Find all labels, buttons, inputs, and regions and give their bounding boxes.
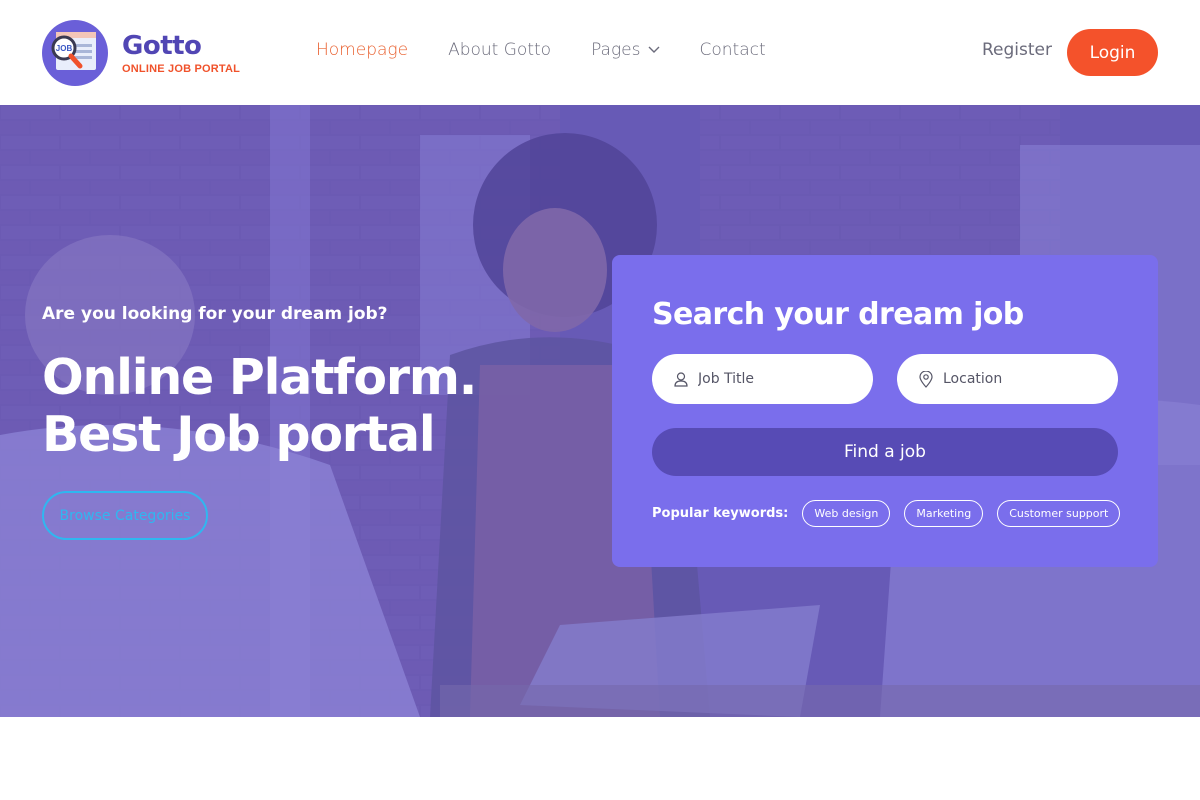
map-pin-icon (919, 370, 933, 388)
find-job-button[interactable]: Find a job (652, 428, 1118, 476)
svg-text:JOB: JOB (56, 44, 73, 53)
keyword-tag-customer-support[interactable]: Customer support (997, 500, 1121, 527)
nav-item-contact[interactable]: Contact (700, 40, 766, 60)
hero-title: Online Platform. Best Job portal (42, 349, 477, 463)
search-card-title: Search your dream job (652, 297, 1024, 332)
nav-item-about[interactable]: About Gotto (448, 40, 551, 60)
keyword-tag-marketing[interactable]: Marketing (904, 500, 984, 527)
location-field[interactable] (897, 354, 1118, 404)
hero-title-line-1: Online Platform. (42, 349, 477, 406)
browse-categories-button[interactable]: Browse Categories (42, 491, 208, 540)
brand-logo[interactable]: JOB Gotto ONLINE JOB PORTAL (42, 20, 240, 86)
site-header: JOB Gotto ONLINE JOB PORTAL Homepage Abo… (0, 0, 1200, 105)
brand-tagline: ONLINE JOB PORTAL (122, 62, 241, 75)
brand-name: Gotto (122, 30, 202, 61)
magnifier-icon: JOB (51, 32, 96, 70)
chevron-down-icon (648, 46, 659, 53)
hero-title-line-2: Best Job portal (42, 406, 436, 463)
popular-keywords: Popular keywords: Web design Marketing C… (652, 500, 1134, 527)
nav-item-homepage[interactable]: Homepage (316, 40, 408, 60)
register-link[interactable]: Register (982, 40, 1052, 60)
location-input[interactable] (943, 371, 1103, 387)
nav-item-pages[interactable]: Pages (591, 40, 659, 60)
login-button[interactable]: Login (1067, 29, 1158, 76)
job-title-field[interactable] (652, 354, 873, 404)
logo-badge: JOB (42, 20, 108, 86)
nav-item-pages-label: Pages (591, 40, 641, 60)
main-nav: Homepage About Gotto Pages Contact (316, 40, 806, 60)
popular-keywords-label: Popular keywords: (652, 506, 789, 521)
keyword-tag-web-design[interactable]: Web design (802, 500, 891, 527)
hero-subtitle: Are you looking for your dream job? (42, 304, 388, 324)
hero-section: Are you looking for your dream job? Onli… (0, 105, 1200, 717)
search-card: Search your dream job Find a job Popular… (612, 255, 1158, 567)
user-icon (674, 371, 688, 387)
job-title-input[interactable] (698, 371, 858, 387)
logo-text: Gotto ONLINE JOB PORTAL (122, 32, 240, 75)
